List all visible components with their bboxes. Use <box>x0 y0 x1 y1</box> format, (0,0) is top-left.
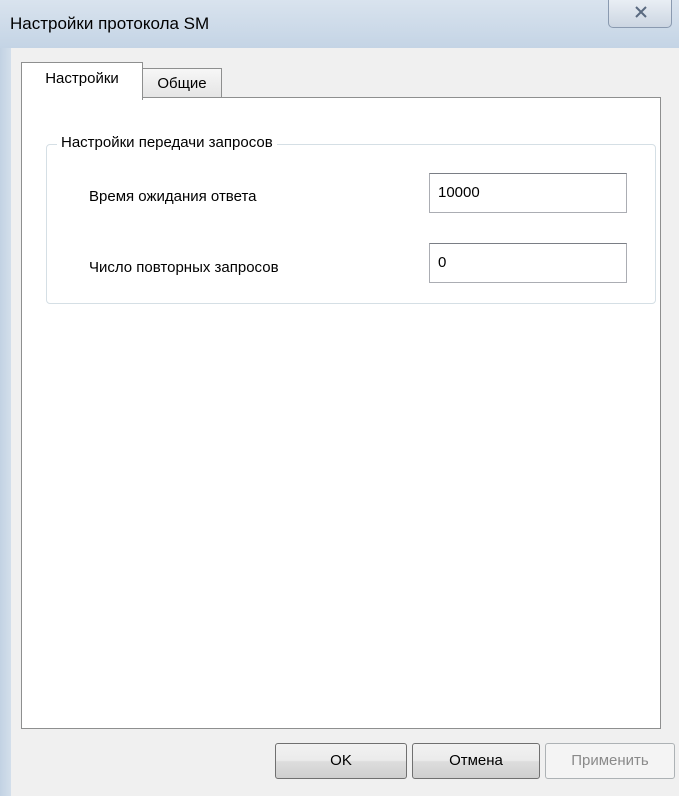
retry-count-value: 0 <box>438 254 447 271</box>
apply-button[interactable]: Применить <box>545 743 675 779</box>
response-timeout-value: 10000 <box>438 184 480 201</box>
title-bar[interactable]: Настройки протокола SM <box>0 0 679 48</box>
close-button[interactable] <box>608 0 672 28</box>
request-settings-group: Настройки передачи запросов Время ожидан… <box>46 134 656 304</box>
retry-count-input[interactable]: 0 <box>429 243 627 283</box>
close-icon <box>635 6 647 18</box>
dialog-window: Настройки протокола SM Настройки Общие Н… <box>0 0 679 796</box>
ok-button[interactable]: OK <box>275 743 407 779</box>
window-title: Настройки протокола SM <box>10 14 210 33</box>
retry-count-label: Число повторных запросов <box>89 259 279 276</box>
group-title: Настройки передачи запросов <box>57 134 277 151</box>
tab-panel-settings: Настройки передачи запросов Время ожидан… <box>21 97 661 729</box>
window-frame-left <box>0 48 11 796</box>
response-timeout-input[interactable]: 10000 <box>429 173 627 213</box>
tab-strip: Настройки Общие <box>21 62 661 100</box>
response-timeout-label: Время ожидания ответа <box>89 188 257 205</box>
tab-settings[interactable]: Настройки <box>21 62 143 100</box>
cancel-button[interactable]: Отмена <box>412 743 540 779</box>
tab-general[interactable]: Общие <box>142 68 222 98</box>
